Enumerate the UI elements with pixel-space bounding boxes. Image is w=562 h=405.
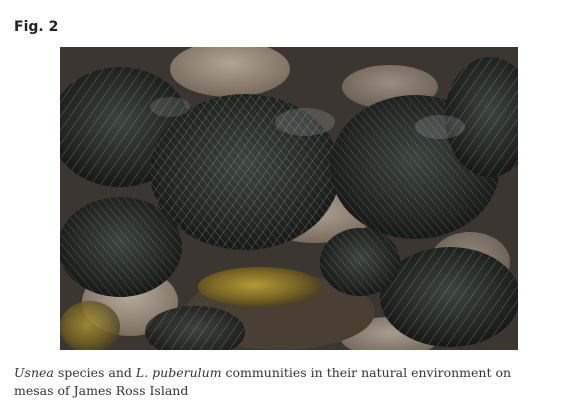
figure-caption: Usnea species and L. puberulum communiti… — [14, 364, 554, 400]
caption-text: species and — [53, 365, 136, 380]
caption-taxon-usnea: Usnea — [14, 365, 54, 380]
moss-patch — [198, 267, 322, 307]
figure-label: Fig. 2 — [14, 19, 59, 35]
caption-taxon-puberulum: L. puberulum — [135, 365, 222, 380]
figure-photo — [60, 47, 518, 350]
